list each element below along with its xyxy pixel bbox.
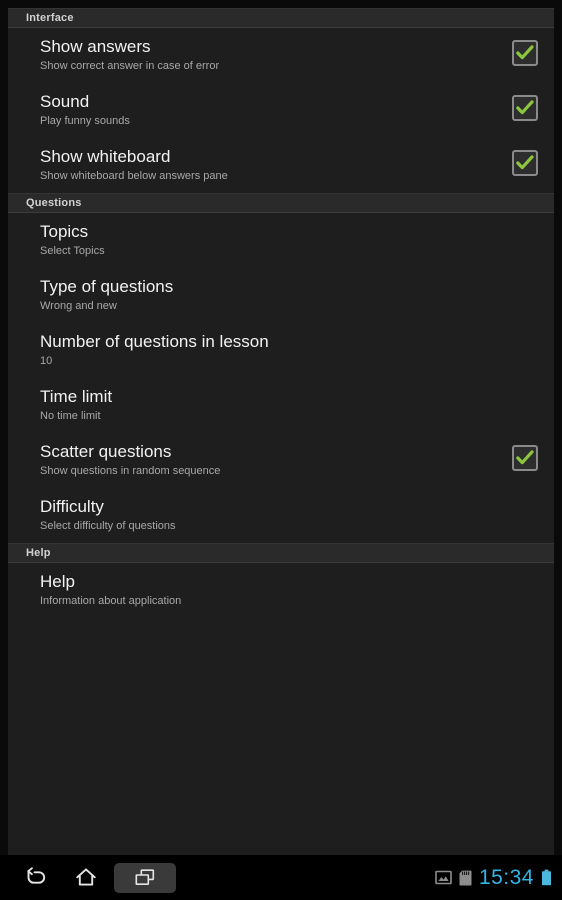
preferences-list[interactable]: Interface Show answers Show correct answer…	[8, 8, 554, 618]
preference-title: Topics	[40, 222, 89, 241]
section-header-questions: Questions	[8, 193, 554, 213]
section-header-help: Help	[8, 543, 554, 563]
preference-text: Topics Select Topics	[40, 222, 538, 259]
check-icon	[516, 45, 534, 60]
status-icons[interactable]: 15:34	[435, 867, 562, 888]
preference-widget	[512, 92, 538, 121]
preference-summary: Wrong and new	[40, 300, 117, 312]
system-navigation-bar: 15:34	[0, 855, 562, 900]
home-button[interactable]	[62, 861, 110, 895]
preference-title: Show answers	[40, 37, 151, 56]
check-icon	[516, 100, 534, 115]
preference-title: Scatter questions	[40, 442, 172, 461]
preference-text: Show answers Show correct answer in case …	[40, 37, 500, 74]
preference-title: Difficulty	[40, 497, 104, 516]
preference-row[interactable]: Type of questions Wrong and new	[8, 268, 554, 323]
section-header-label: Questions	[26, 197, 82, 209]
section-header-label: Interface	[26, 12, 74, 24]
preference-text: Scatter questions Show questions in rando…	[40, 442, 500, 479]
navigation-buttons	[0, 861, 176, 895]
recent-apps-button[interactable]	[114, 862, 176, 893]
screenshot-image-icon	[435, 870, 452, 885]
preference-row[interactable]: Help Information about application	[8, 563, 554, 618]
section-header-interface: Interface	[8, 8, 554, 28]
preference-summary: Show whiteboard below answers pane	[40, 170, 228, 182]
preference-text: Number of questions in lesson 10	[40, 332, 538, 369]
preference-title: Sound	[40, 92, 90, 111]
preference-row[interactable]: Sound Play funny sounds	[8, 83, 554, 138]
preference-text: Help Information about application	[40, 572, 538, 609]
status-clock: 15:34	[478, 866, 534, 889]
check-icon	[516, 450, 534, 465]
preference-title: Help	[40, 572, 75, 591]
checkbox-toggle[interactable]	[512, 95, 538, 121]
checkbox-toggle[interactable]	[512, 40, 538, 66]
preference-title: Number of questions in lesson	[40, 332, 269, 351]
preference-widget	[512, 147, 538, 176]
checkbox-toggle[interactable]	[512, 150, 538, 176]
preference-row[interactable]: Show answers Show correct answer in case …	[8, 28, 554, 83]
checkbox-toggle[interactable]	[512, 445, 538, 471]
preference-summary: Select Topics	[40, 245, 105, 257]
preference-summary: No time limit	[40, 410, 101, 422]
sd-card-icon	[459, 870, 472, 886]
preference-text: Time limit No time limit	[40, 387, 538, 424]
battery-icon	[541, 869, 552, 886]
check-icon	[516, 155, 534, 170]
preference-text: Show whiteboard Show whiteboard below ans…	[40, 147, 500, 184]
preference-row[interactable]: Show whiteboard Show whiteboard below ans…	[8, 138, 554, 193]
settings-screen: Interface Show answers Show correct answer…	[8, 8, 554, 855]
preference-summary: Select difficulty of questions	[40, 520, 176, 532]
preference-title: Time limit	[40, 387, 113, 406]
back-button[interactable]	[10, 861, 58, 895]
preference-summary: Show questions in random sequence	[40, 465, 221, 477]
section-header-label: Help	[26, 547, 51, 559]
preference-text: Difficulty Select difficulty of questions	[40, 497, 538, 534]
preference-widget	[512, 37, 538, 66]
preference-row[interactable]: Difficulty Select difficulty of questions	[8, 488, 554, 543]
preference-summary: 10	[40, 355, 53, 367]
preference-widget	[512, 442, 538, 471]
device-frame: Interface Show answers Show correct answer…	[0, 0, 562, 900]
preference-summary: Play funny sounds	[40, 115, 130, 127]
preference-row[interactable]: Number of questions in lesson 10	[8, 323, 554, 378]
preference-title: Show whiteboard	[40, 147, 171, 166]
preference-row[interactable]: Topics Select Topics	[8, 213, 554, 268]
preference-summary: Information about application	[40, 595, 182, 607]
preference-row[interactable]: Scatter questions Show questions in rando…	[8, 433, 554, 488]
preference-text: Type of questions Wrong and new	[40, 277, 538, 314]
preference-text: Sound Play funny sounds	[40, 92, 500, 129]
preference-row[interactable]: Time limit No time limit	[8, 378, 554, 433]
preference-summary: Show correct answer in case of error	[40, 60, 220, 72]
preference-title: Type of questions	[40, 277, 174, 296]
